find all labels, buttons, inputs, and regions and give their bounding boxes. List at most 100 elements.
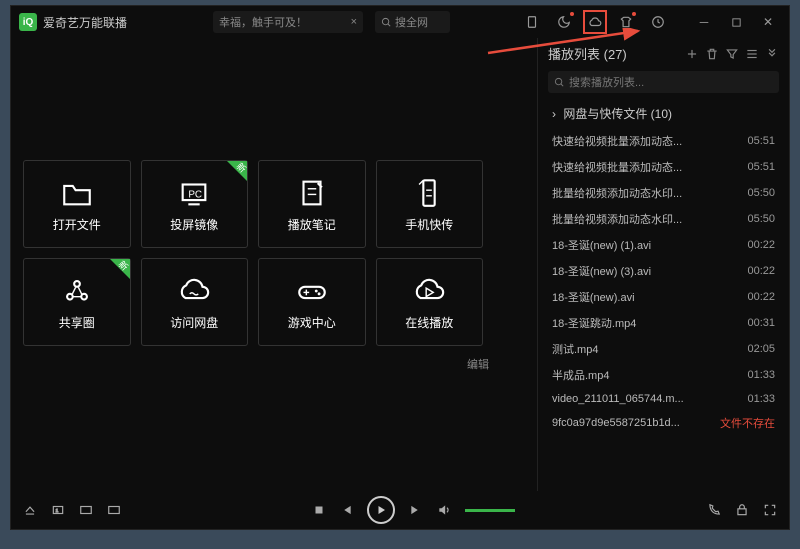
feature-label: 打开文件 <box>53 216 101 233</box>
prev-button[interactable] <box>339 503 353 517</box>
feature-label: 投屏镜像 <box>170 216 218 233</box>
maximize-icon[interactable] <box>727 13 745 31</box>
main-pane: 打开文件 PC 投屏镜像 播放笔记手机快传共享圈 访问网盘游戏中心在线播放 编辑 <box>11 38 537 491</box>
playlist-header: 播放列表 (27) <box>538 38 789 69</box>
file-duration: 文件不存在 <box>720 415 775 431</box>
cloud-icon <box>177 274 211 308</box>
file-duration: 00:31 <box>747 317 775 329</box>
app-window: iQ 爱奇艺万能联播 幸福，触手可及！ × 搜全网 ─ ✕ 打开文件 PC 投屏镜像… <box>10 5 790 530</box>
play-button[interactable] <box>367 496 395 524</box>
moon-icon[interactable] <box>555 13 573 31</box>
playlist-pane: 播放列表 (27) 搜索播放列表... › 网盘与快传文件 (10) 快速给视频… <box>537 38 789 491</box>
playlist-item[interactable]: 快速给视频批量添加动态... 05:51 <box>538 128 789 154</box>
playlist-file-list: 快速给视频批量添加动态...05:51快速给视频批量添加动态...05:51批量… <box>538 128 789 491</box>
lock-icon[interactable] <box>735 503 749 517</box>
playlist-folder[interactable]: › 网盘与快传文件 (10) <box>538 99 789 128</box>
history-icon[interactable] <box>649 13 667 31</box>
app-logo-icon: iQ <box>19 13 37 31</box>
subtitle1-icon[interactable] <box>79 503 93 517</box>
feature-pc-cast[interactable]: PC 投屏镜像 <box>141 160 249 248</box>
playlist-item[interactable]: 9fc0a97d9e5587251b1d... 文件不存在 <box>538 410 789 436</box>
file-name: 批量给视频添加动态水印... <box>552 211 739 227</box>
playlist-item[interactable]: 批量给视频添加动态水印... 05:50 <box>538 206 789 232</box>
edit-button[interactable]: 编辑 <box>467 356 489 372</box>
stop-button[interactable] <box>313 504 325 516</box>
playlist-item[interactable]: 批量给视频添加动态水印... 05:50 <box>538 180 789 206</box>
playlist-title: 播放列表 (27) <box>548 44 679 63</box>
playlist-search-input[interactable]: 搜索播放列表... <box>548 71 779 93</box>
chevron-right-icon: › <box>552 107 556 121</box>
playlist-item[interactable]: 18-圣诞(new).avi00:22 <box>538 284 789 310</box>
file-duration: 01:33 <box>747 393 775 405</box>
feature-cloud[interactable]: 访问网盘 <box>141 258 249 346</box>
phone-icon[interactable] <box>707 503 721 517</box>
file-duration: 00:22 <box>747 291 775 303</box>
feature-phone-transfer[interactable]: 手机快传 <box>376 160 484 248</box>
playlist-item[interactable]: 18-圣诞(new) (3).avi00:22 <box>538 258 789 284</box>
file-name: 快速给视频批量添加动态... <box>552 133 739 149</box>
clear-icon[interactable]: × <box>351 16 357 28</box>
feature-cloud-play[interactable]: 在线播放 <box>376 258 484 346</box>
titlebar: iQ 爱奇艺万能联播 幸福，触手可及！ × 搜全网 ─ ✕ <box>11 6 789 38</box>
app-title: 爱奇艺万能联播 <box>43 14 127 31</box>
pc-cast-icon: PC <box>177 176 211 210</box>
filter-icon[interactable] <box>725 47 739 61</box>
playback-controls: 1 <box>11 491 789 529</box>
playlist-item[interactable]: 测试.mp4 02:05 <box>538 336 789 362</box>
shirt-icon[interactable] <box>617 13 635 31</box>
file-name: 9fc0a97d9e5587251b1d... <box>552 417 712 429</box>
folder-icon <box>60 176 94 210</box>
playlist-item[interactable]: 快速给视频批量添加动态...05:51 <box>538 154 789 180</box>
search-hot-input[interactable]: 幸福，触手可及！ × <box>213 11 363 33</box>
aspect-icon[interactable]: 1 <box>51 503 65 517</box>
add-icon[interactable] <box>685 47 699 61</box>
file-name: 半成品.mp4 <box>552 367 739 383</box>
minimize-icon[interactable]: ─ <box>695 13 713 31</box>
new-badge <box>110 259 130 279</box>
eject-icon[interactable] <box>23 503 37 517</box>
feature-gamepad[interactable]: 游戏中心 <box>258 258 366 346</box>
volume-icon[interactable] <box>437 503 451 517</box>
file-name: 18-圣诞(new) (3).avi <box>552 263 739 279</box>
feature-folder[interactable]: 打开文件 <box>23 160 131 248</box>
playlist-item[interactable]: 半成品.mp401:33 <box>538 362 789 388</box>
svg-text:1: 1 <box>56 508 59 513</box>
trash-icon[interactable] <box>705 47 719 61</box>
subtitle2-icon[interactable] <box>107 503 121 517</box>
feature-label: 手机快传 <box>405 216 453 233</box>
file-name: 测试.mp4 <box>552 341 739 357</box>
file-duration: 02:05 <box>747 343 775 355</box>
list-icon[interactable] <box>745 47 759 61</box>
file-name: 18-圣诞(new) (1).avi <box>552 237 739 253</box>
search-icon <box>554 77 565 88</box>
volume-slider[interactable] <box>465 509 515 512</box>
clipboard-icon[interactable] <box>523 13 541 31</box>
search-web-button[interactable]: 搜全网 <box>375 11 450 33</box>
phone-transfer-icon <box>412 176 446 210</box>
search-icon <box>381 17 392 28</box>
search-placeholder: 幸福，触手可及！ <box>219 14 307 30</box>
svg-text:PC: PC <box>189 189 203 200</box>
feature-label: 在线播放 <box>405 314 453 331</box>
collapse-icon[interactable] <box>765 47 779 61</box>
playlist-item[interactable]: 18-圣诞跳动.mp400:31 <box>538 310 789 336</box>
feature-note[interactable]: 播放笔记 <box>258 160 366 248</box>
file-duration: 05:50 <box>747 213 775 225</box>
next-button[interactable] <box>409 503 423 517</box>
file-duration: 05:51 <box>747 135 775 147</box>
note-icon <box>295 176 329 210</box>
close-icon[interactable]: ✕ <box>759 13 777 31</box>
feature-share-circle[interactable]: 共享圈 <box>23 258 131 346</box>
playlist-item[interactable]: video_211011_065744.m...01:33 <box>538 388 789 410</box>
cloud-button-highlighted <box>583 10 607 34</box>
share-circle-icon <box>60 274 94 308</box>
feature-label: 共享圈 <box>59 314 95 331</box>
file-name: 批量给视频添加动态水印... <box>552 185 739 201</box>
fullscreen-icon[interactable] <box>763 503 777 517</box>
cloud-icon[interactable] <box>586 13 604 31</box>
file-duration: 05:50 <box>747 187 775 199</box>
file-duration: 00:22 <box>747 239 775 251</box>
playlist-item[interactable]: 18-圣诞(new) (1).avi 00:22 <box>538 232 789 258</box>
cloud-play-icon <box>412 274 446 308</box>
file-duration: 05:51 <box>747 161 775 173</box>
